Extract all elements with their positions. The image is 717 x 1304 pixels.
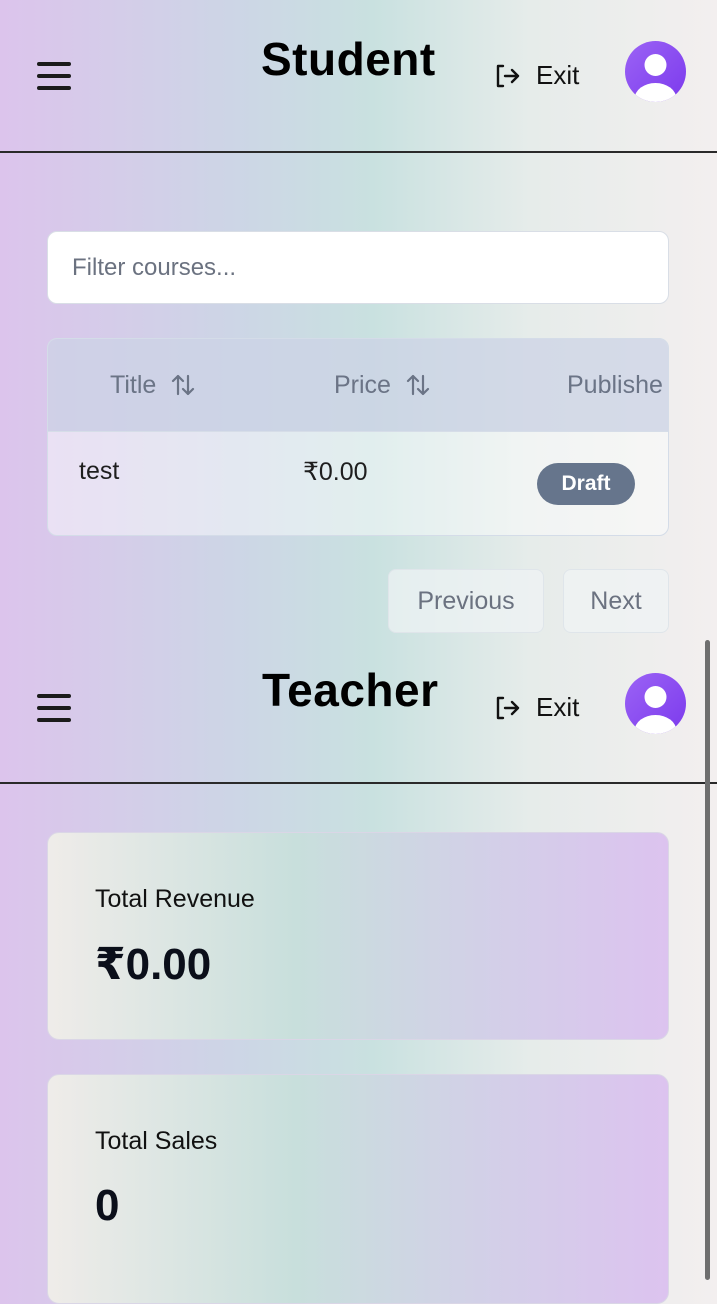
user-avatar-icon[interactable] <box>625 41 686 102</box>
header-divider <box>0 151 717 153</box>
user-avatar-icon[interactable] <box>625 673 686 734</box>
exit-button[interactable]: Exit <box>494 60 579 91</box>
sort-arrows-icon <box>406 374 430 396</box>
log-out-icon <box>496 64 520 87</box>
menu-icon[interactable] <box>37 694 73 722</box>
column-header-published[interactable]: Publishe <box>567 339 663 431</box>
sort-arrows-icon <box>172 374 195 396</box>
page-title: Teacher <box>262 664 439 716</box>
status-badge: Draft <box>537 463 635 505</box>
next-button[interactable]: Next <box>563 569 669 633</box>
exit-label: Exit <box>536 60 580 90</box>
table-header: Title Price Publishe <box>48 339 668 432</box>
courses-table: Title Price Publishe test ₹0.00 Draft <box>47 338 669 536</box>
cell-title: test <box>79 457 120 485</box>
stat-label: Total Revenue <box>95 885 255 913</box>
column-header-title[interactable]: Title <box>110 339 196 431</box>
stat-card-revenue: Total Revenue ₹0.00 <box>47 832 669 1040</box>
stat-label: Total Sales <box>95 1127 218 1155</box>
filter-courses-input[interactable] <box>48 232 668 303</box>
stat-card-sales: Total Sales 0 <box>47 1074 669 1304</box>
cell-price: ₹0.00 <box>303 458 368 486</box>
menu-icon[interactable] <box>37 62 73 90</box>
exit-button[interactable]: Exit <box>494 692 579 723</box>
previous-button[interactable]: Previous <box>388 569 544 633</box>
scrollbar[interactable] <box>705 640 710 1280</box>
column-header-price[interactable]: Price <box>334 339 431 431</box>
page-title: Student <box>261 33 436 85</box>
log-out-icon <box>496 696 520 719</box>
stat-value: 0 <box>95 1181 120 1230</box>
exit-label: Exit <box>536 692 580 722</box>
stat-value: ₹0.00 <box>95 940 212 989</box>
filter-courses-field[interactable] <box>47 231 669 304</box>
header-divider <box>0 782 717 784</box>
